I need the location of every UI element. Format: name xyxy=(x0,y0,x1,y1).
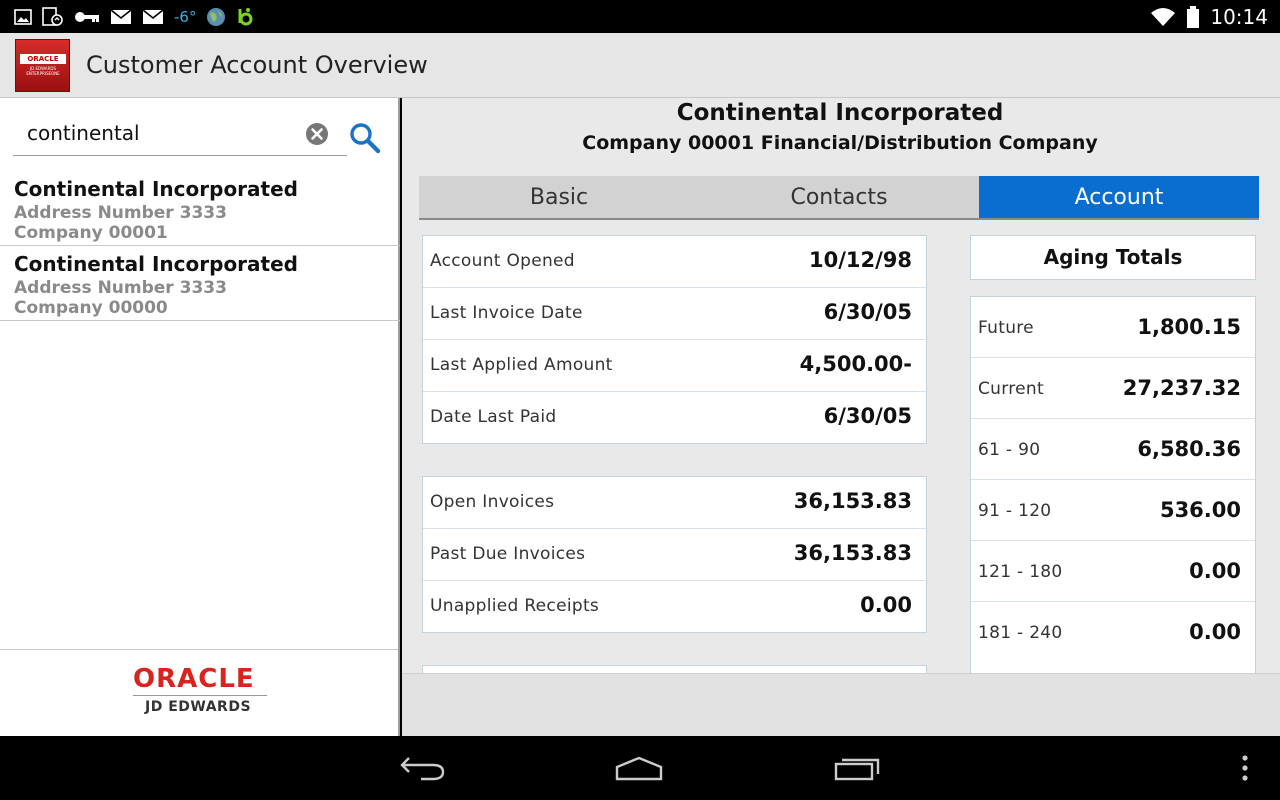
home-icon[interactable] xyxy=(614,752,664,784)
back-icon[interactable] xyxy=(398,752,448,784)
battery-icon xyxy=(1186,6,1200,28)
clear-search-icon[interactable] xyxy=(305,122,329,146)
recent-apps-icon[interactable] xyxy=(832,752,882,784)
system-status: 10:14 xyxy=(1150,4,1268,30)
aging-row: 181 - 240 0.00 xyxy=(971,602,1255,663)
field-label: Account Opened xyxy=(430,251,575,271)
result-name: Continental Incorporated xyxy=(14,252,298,276)
result-company: Company 00001 xyxy=(14,223,168,243)
search-result-item[interactable]: Continental Incorporated Address Number … xyxy=(0,171,400,246)
field-value: 6/30/05 xyxy=(823,300,912,324)
field-row: Unapplied Receipts 0.00 xyxy=(423,581,926,633)
logo-brand-text: ORACLE xyxy=(20,54,66,64)
field-label: Past Due Invoices xyxy=(430,544,586,564)
field-label: Last Invoice Date xyxy=(430,303,583,323)
status-bar: -6° 10:14 xyxy=(0,0,1280,33)
aging-row: 91 - 120 536.00 xyxy=(971,480,1255,541)
field-row: Open Invoices 36,153.83 xyxy=(423,477,926,529)
field-label: Last Applied Amount xyxy=(430,355,613,375)
b-app-icon xyxy=(236,6,254,28)
overflow-menu-icon[interactable] xyxy=(1222,752,1268,784)
tab-basic[interactable]: Basic xyxy=(419,176,699,218)
result-company: Company 00000 xyxy=(14,298,168,318)
tab-bar: Basic Contacts Account xyxy=(419,176,1259,220)
oracle-product: JD EDWARDS xyxy=(145,699,252,715)
aging-row: Future 1,800.15 xyxy=(971,297,1255,358)
detail-panel: Continental Incorporated Company 00001 F… xyxy=(402,98,1280,673)
invoice-card: Open Invoices 36,153.83 Past Due Invoice… xyxy=(422,476,927,633)
aging-row: 61 - 90 6,580.36 xyxy=(971,419,1255,480)
aging-label: 121 - 180 xyxy=(978,562,1063,582)
field-row: Last Applied Amount 4,500.00- xyxy=(423,340,926,392)
oracle-brand: ORACLE xyxy=(133,664,255,694)
logo-divider xyxy=(133,695,267,696)
tab-account[interactable]: Account xyxy=(979,176,1259,218)
aging-label: 61 - 90 xyxy=(978,440,1041,460)
key-icon xyxy=(74,6,100,28)
field-value: 10/12/98 xyxy=(808,248,912,272)
field-row: Account Opened 10/12/98 xyxy=(423,236,926,288)
field-value: 6/30/05 xyxy=(823,404,912,428)
search-result-item[interactable]: Continental Incorporated Address Number … xyxy=(0,246,400,321)
search-panel: Continental Incorporated Address Number … xyxy=(0,98,400,736)
field-label: Unapplied Receipts xyxy=(430,596,600,616)
aging-label: 91 - 120 xyxy=(978,501,1052,521)
search-icon[interactable] xyxy=(348,121,382,155)
aging-row: 121 - 180 0.00 xyxy=(971,541,1255,602)
aging-value: 27,237.32 xyxy=(1122,376,1241,400)
mail-icon xyxy=(142,6,164,28)
aging-value: 6,580.36 xyxy=(1137,437,1241,461)
oracle-footer-logo: ORACLE JD EDWARDS xyxy=(0,649,398,736)
aging-row: Current 27,237.32 xyxy=(971,358,1255,419)
result-name: Continental Incorporated xyxy=(14,177,298,201)
result-address: Address Number 3333 xyxy=(14,203,227,223)
system-nav-bar xyxy=(0,736,1280,800)
aging-label: Future xyxy=(978,318,1034,338)
result-address: Address Number 3333 xyxy=(14,278,227,298)
customer-name: Continental Incorporated xyxy=(676,100,1004,126)
search-bar xyxy=(13,113,347,156)
field-value: 36,153.83 xyxy=(793,541,912,565)
more-card xyxy=(422,665,927,673)
aging-totals-header: Aging Totals xyxy=(970,235,1256,280)
field-row: Date Last Paid 6/30/05 xyxy=(423,392,926,444)
logo-product-text: JD EDWARDS ENTERPRISEONE xyxy=(26,66,60,76)
field-value: 0.00 xyxy=(860,593,912,617)
field-value: 36,153.83 xyxy=(793,489,912,513)
sync-icon xyxy=(42,6,64,28)
company-line: Company 00001 Financial/Distribution Com… xyxy=(582,132,1098,154)
field-value: 4,500.00- xyxy=(799,352,912,376)
aging-value: 536.00 xyxy=(1159,498,1241,522)
image-icon xyxy=(14,6,32,28)
field-row: Past Due Invoices 36,153.83 xyxy=(423,529,926,581)
app-logo[interactable]: ORACLE JD EDWARDS ENTERPRISEONE xyxy=(15,39,70,92)
field-label: Open Invoices xyxy=(430,492,555,512)
wifi-icon xyxy=(1150,6,1176,28)
aging-label: Current xyxy=(978,379,1044,399)
clock: 10:14 xyxy=(1210,5,1268,29)
search-input[interactable] xyxy=(13,113,303,153)
notification-icons: -6° xyxy=(14,6,254,28)
weather-temperature: -6° xyxy=(174,8,197,26)
aging-value: 1,800.15 xyxy=(1137,315,1241,339)
aging-label: 181 - 240 xyxy=(978,623,1063,643)
field-label: Date Last Paid xyxy=(430,407,557,427)
aging-card: Future 1,800.15 Current 27,237.32 61 - 9… xyxy=(970,296,1256,673)
mail-icon xyxy=(110,6,132,28)
page-title: Customer Account Overview xyxy=(86,51,428,79)
field-row: Last Invoice Date 6/30/05 xyxy=(423,288,926,340)
aging-value: 0.00 xyxy=(1189,559,1241,583)
bottom-action-bar xyxy=(402,673,1280,736)
app-bar: ORACLE JD EDWARDS ENTERPRISEONE Customer… xyxy=(0,33,1280,98)
aging-value: 0.00 xyxy=(1189,620,1241,644)
tab-contacts[interactable]: Contacts xyxy=(699,176,979,218)
globe-icon xyxy=(206,6,226,28)
account-card: Account Opened 10/12/98 Last Invoice Dat… xyxy=(422,235,927,444)
